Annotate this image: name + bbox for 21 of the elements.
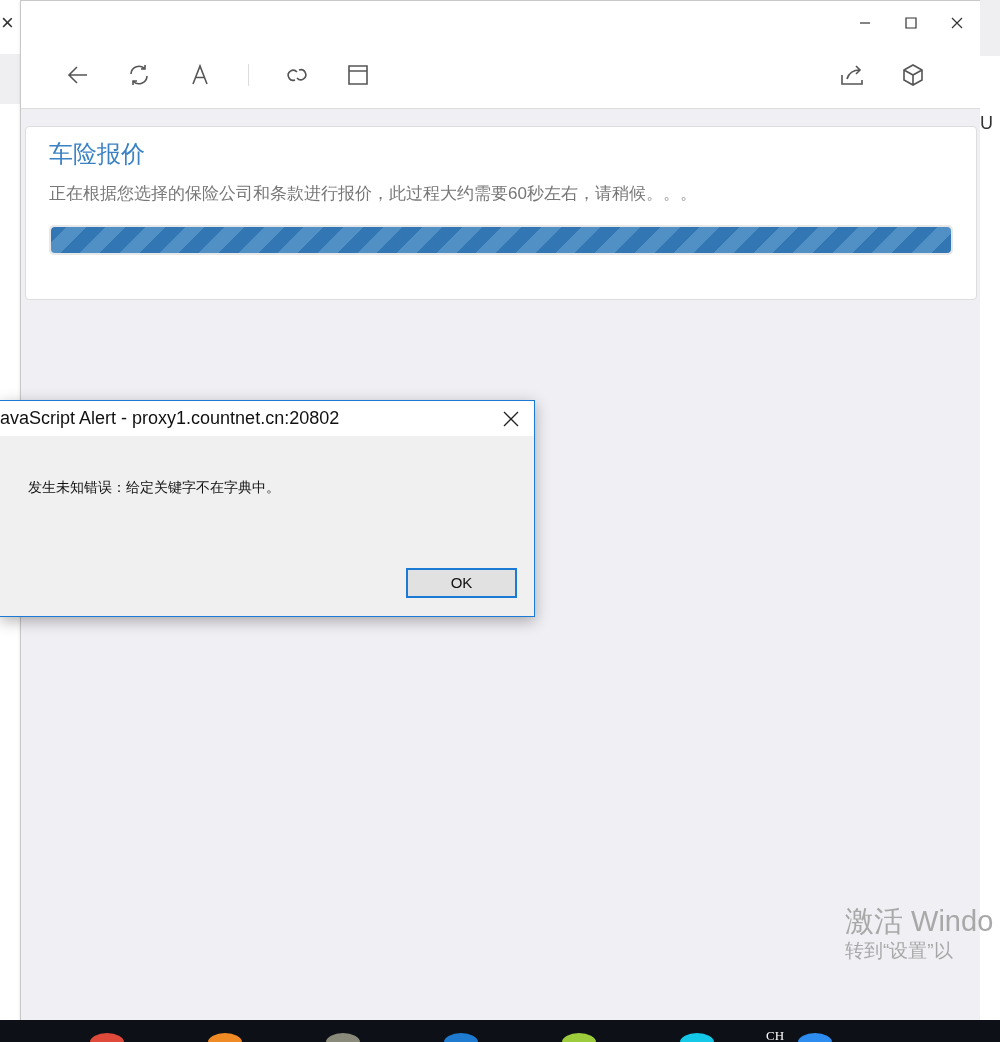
card-message: 正在根据您选择的保险公司和条款进行报价，此过程大约需要60秒左右，请稍候。。。 xyxy=(49,183,698,205)
alert-title: avaScript Alert - proxy1.countnet.cn:20802 xyxy=(0,407,340,430)
activation-title: 激活 Windo xyxy=(845,904,994,939)
header-fragment: U xyxy=(980,114,994,132)
app-icon[interactable] xyxy=(207,1033,242,1042)
cube-icon[interactable] xyxy=(900,61,926,88)
close-icon xyxy=(503,410,519,427)
app-icon[interactable] xyxy=(561,1033,596,1042)
card-title: 车险报价 xyxy=(49,139,146,169)
app-icon[interactable] xyxy=(797,1033,832,1042)
ok-button[interactable]: OK xyxy=(406,568,517,598)
close-icon xyxy=(951,17,963,29)
close-glyph[interactable]: × xyxy=(1,12,20,34)
app-icon[interactable] xyxy=(325,1033,360,1042)
alert-message: 发生未知错误：给定关键字不在字典中。 xyxy=(28,478,281,497)
app-icon[interactable] xyxy=(679,1033,714,1042)
activation-hint: 转到“设置”以 xyxy=(845,939,954,963)
app-icon[interactable] xyxy=(89,1033,124,1042)
language-indicator[interactable]: CH xyxy=(766,1026,785,1042)
app-icon[interactable] xyxy=(443,1033,478,1042)
maximize-icon xyxy=(905,17,917,29)
